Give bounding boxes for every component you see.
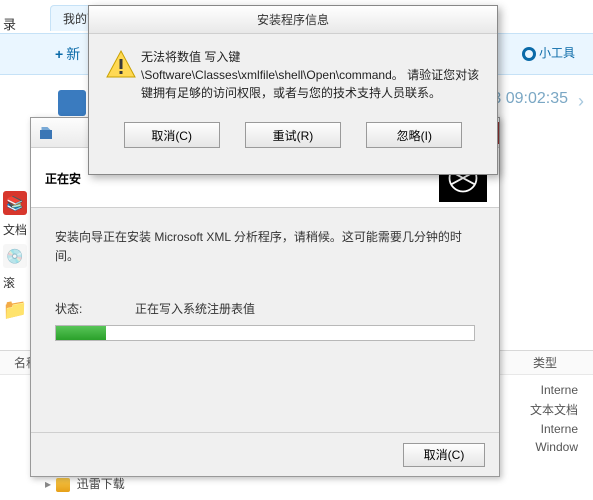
tree-folder-icon	[56, 478, 70, 492]
tree-label: 迅雷下载	[77, 477, 125, 491]
archive-icon[interactable]: 📚	[3, 191, 27, 215]
plus-icon: +	[55, 46, 63, 62]
left-edge-text: 录	[3, 14, 16, 33]
tools-button[interactable]: 小工具	[522, 44, 575, 61]
book-icon	[58, 90, 86, 116]
col-type[interactable]: 类型	[533, 354, 593, 371]
gear-icon	[522, 47, 536, 61]
progress-fill	[56, 326, 106, 340]
tree-expand-icon[interactable]: ▸	[45, 477, 51, 491]
wizard-footer: 取消(C)	[31, 432, 499, 476]
dialog-cancel-button[interactable]: 取消(C)	[124, 122, 220, 148]
dialog-ignore-button[interactable]: 忽略(I)	[366, 122, 462, 148]
dialog-line1: 无法将数值 写入键	[141, 48, 481, 66]
wizard-cancel-button[interactable]: 取消(C)	[403, 443, 485, 467]
app-icon[interactable]: 💿	[3, 244, 27, 268]
dialog-text: 无法将数值 写入键 \Software\Classes\xmlfile\shel…	[141, 48, 481, 102]
tree-node[interactable]: ▸ 迅雷下载	[45, 475, 125, 492]
status-row: 状态: 正在写入系统注册表值	[55, 300, 475, 317]
new-label: 新	[66, 46, 80, 62]
wizard-message: 安装向导正在安装 Microsoft XML 分析程序，请稍候。这可能需要几分钟…	[55, 228, 475, 266]
warning-icon	[105, 48, 141, 102]
dialog-body: 无法将数值 写入键 \Software\Classes\xmlfile\shel…	[89, 34, 497, 112]
status-text: 正在写入系统注册表值	[135, 300, 255, 317]
message-dialog: 安装程序信息 无法将数值 写入键 \Software\Classes\xmlfi…	[88, 5, 498, 175]
new-button[interactable]: +新	[55, 44, 80, 64]
wizard-banner-title: 正在安	[45, 170, 81, 187]
sidebar-scroll-label: 滚	[3, 274, 27, 291]
chevron-right-icon[interactable]: ›	[572, 86, 590, 116]
status-label: 状态:	[55, 300, 135, 317]
sidebar-docs-label: 文档	[3, 221, 27, 238]
timestamp: 3 09:02:35	[492, 90, 568, 108]
dialog-title: 安装程序信息	[257, 11, 329, 28]
installer-icon	[37, 124, 55, 142]
dialog-titlebar[interactable]: 安装程序信息	[89, 6, 497, 34]
wizard-body: 安装向导正在安装 Microsoft XML 分析程序，请稍候。这可能需要几分钟…	[31, 208, 499, 341]
tools-label: 小工具	[539, 46, 575, 60]
folder-icon[interactable]: 📁	[3, 297, 27, 321]
dialog-buttons: 取消(C) 重试(R) 忽略(I)	[89, 112, 497, 148]
dialog-retry-button[interactable]: 重试(R)	[245, 122, 341, 148]
dialog-line2: \Software\Classes\xmlfile\shell\Open\com…	[141, 66, 481, 102]
progress-bar	[55, 325, 475, 341]
left-sidebar: 📚 文档 💿 滚 📁	[0, 185, 30, 327]
